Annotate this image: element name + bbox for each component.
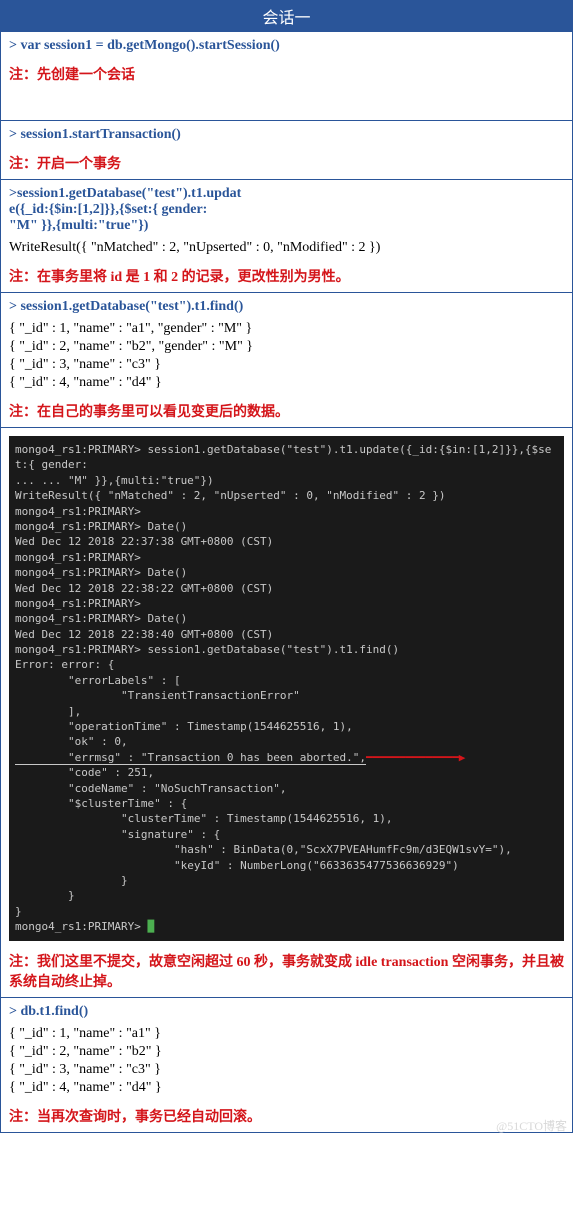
block-4: > session1.getDatabase("test").t1.find()… <box>1 293 573 428</box>
watermark-text: @51CTO博客 <box>496 1117 567 1134</box>
note-text: 注：当再次查询时，事务已经自动回滚。 <box>9 1106 564 1126</box>
note-text: 注：我们这里不提交，故意空闲超过 60 秒，事务就变成 idle transac… <box>9 951 564 991</box>
command-line: > var session1 = db.getMongo().startSess… <box>9 38 564 54</box>
note-text: 注：开启一个事务 <box>9 153 564 173</box>
block-6: > db.t1.find() { "_id" : 1, "name" : "a1… <box>1 997 573 1132</box>
block-3: >session1.getDatabase("test").t1.updat e… <box>1 180 573 293</box>
block-2: > session1.startTransaction() 注：开启一个事务 <box>1 121 573 180</box>
result-text: WriteResult({ "nMatched" : 2, "nUpserted… <box>9 240 564 256</box>
command-line: > session1.startTransaction() <box>9 127 564 143</box>
terminal-output: mongo4_rs1:PRIMARY> session1.getDatabase… <box>9 436 564 941</box>
note-text: 注：在自己的事务里可以看见变更后的数据。 <box>9 401 564 421</box>
note-text: 注：在事务里将 id 是 1 和 2 的记录，更改性别为男性。 <box>9 266 564 286</box>
session-table: 会话一 > var session1 = db.getMongo().start… <box>0 0 573 1133</box>
block-1: > var session1 = db.getMongo().startSess… <box>1 32 573 121</box>
result-text: { "_id" : 1, "name" : "a1", "gender" : "… <box>9 321 564 391</box>
result-text: { "_id" : 1, "name" : "a1" } { "_id" : 2… <box>9 1026 564 1096</box>
command-line: > session1.getDatabase("test").t1.find() <box>9 299 564 315</box>
command-line: >session1.getDatabase("test").t1.updat e… <box>9 186 564 234</box>
block-5: mongo4_rs1:PRIMARY> session1.getDatabase… <box>1 428 573 998</box>
table-header: 会话一 <box>1 1 573 32</box>
command-line: > db.t1.find() <box>9 1004 564 1020</box>
note-text: 注：先创建一个会话 <box>9 64 564 84</box>
